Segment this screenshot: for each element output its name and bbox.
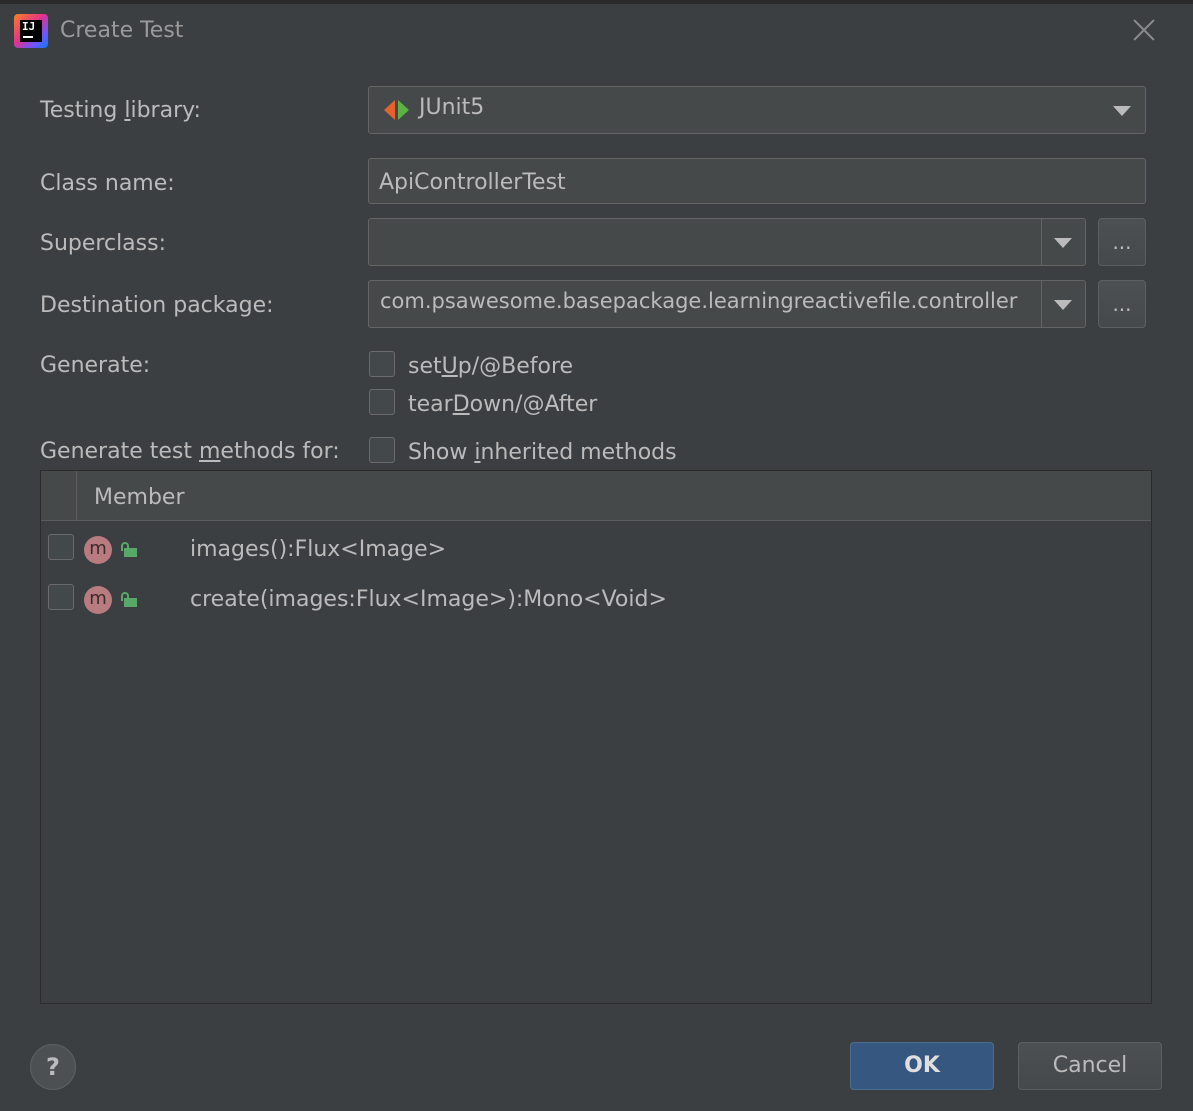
header-divider (76, 471, 77, 521)
row-checkbox[interactable] (48, 534, 74, 560)
method-signature: images():Flux<Image> (190, 537, 447, 562)
help-button[interactable]: ? (30, 1044, 76, 1090)
ok-button[interactable]: OK (850, 1042, 994, 1090)
testing-library-combo[interactable]: JUnit5 (368, 86, 1146, 134)
row-checkbox[interactable] (48, 584, 74, 610)
title-bar: IJ Create Test (0, 4, 1193, 60)
destination-package-label: Destination package: (40, 293, 274, 318)
class-name-value: ApiControllerTest (379, 170, 566, 195)
chevron-down-icon[interactable] (1113, 106, 1131, 116)
superclass-browse-button[interactable]: ... (1098, 218, 1146, 266)
public-lock-icon (121, 542, 137, 558)
combo-divider (1041, 219, 1042, 265)
teardown-after-checkbox[interactable] (369, 389, 395, 415)
show-inherited-label[interactable]: Show inherited methods (408, 440, 677, 465)
method-icon: m (84, 536, 112, 564)
generate-label: Generate: (40, 353, 151, 378)
setup-before-label[interactable]: setUp/@Before (408, 354, 573, 379)
testing-library-value: JUnit5 (419, 95, 485, 120)
method-icon: m (84, 586, 112, 614)
chevron-down-icon[interactable] (1054, 300, 1072, 310)
superclass-label: Superclass: (40, 231, 166, 256)
superclass-combo[interactable] (368, 218, 1086, 266)
combo-divider (1041, 281, 1042, 327)
destination-package-combo[interactable]: com.psawesome.basepackage.learningreacti… (368, 280, 1086, 328)
junit5-icon (384, 100, 410, 122)
show-inherited-checkbox[interactable] (369, 437, 395, 463)
intellij-idea-icon: IJ (14, 14, 48, 48)
teardown-after-label[interactable]: tearDown/@After (408, 392, 597, 417)
close-icon[interactable] (1130, 16, 1158, 44)
table-row[interactable]: m create(images:Flux<Image>):Mono<Void> (41, 574, 1151, 622)
member-column-header[interactable]: Member (94, 485, 185, 510)
chevron-down-icon[interactable] (1054, 238, 1072, 248)
testing-library-label: Testing library: (40, 98, 201, 123)
setup-before-checkbox[interactable] (369, 351, 395, 377)
cancel-button[interactable]: Cancel (1018, 1042, 1162, 1090)
table-row[interactable]: m images():Flux<Image> (41, 524, 1151, 572)
table-header: Member (41, 471, 1151, 521)
member-table: Member m images():Flux<Image> m create(i… (40, 470, 1152, 1004)
method-signature: create(images:Flux<Image>):Mono<Void> (190, 587, 667, 612)
dialog-title: Create Test (60, 18, 184, 43)
generate-methods-label: Generate test methods for: (40, 439, 340, 464)
class-name-label: Class name: (40, 171, 175, 196)
destination-package-browse-button[interactable]: ... (1098, 280, 1146, 328)
destination-package-value: com.psawesome.basepackage.learningreacti… (380, 289, 1018, 313)
class-name-field[interactable]: ApiControllerTest (368, 158, 1146, 204)
public-lock-icon (121, 592, 137, 608)
